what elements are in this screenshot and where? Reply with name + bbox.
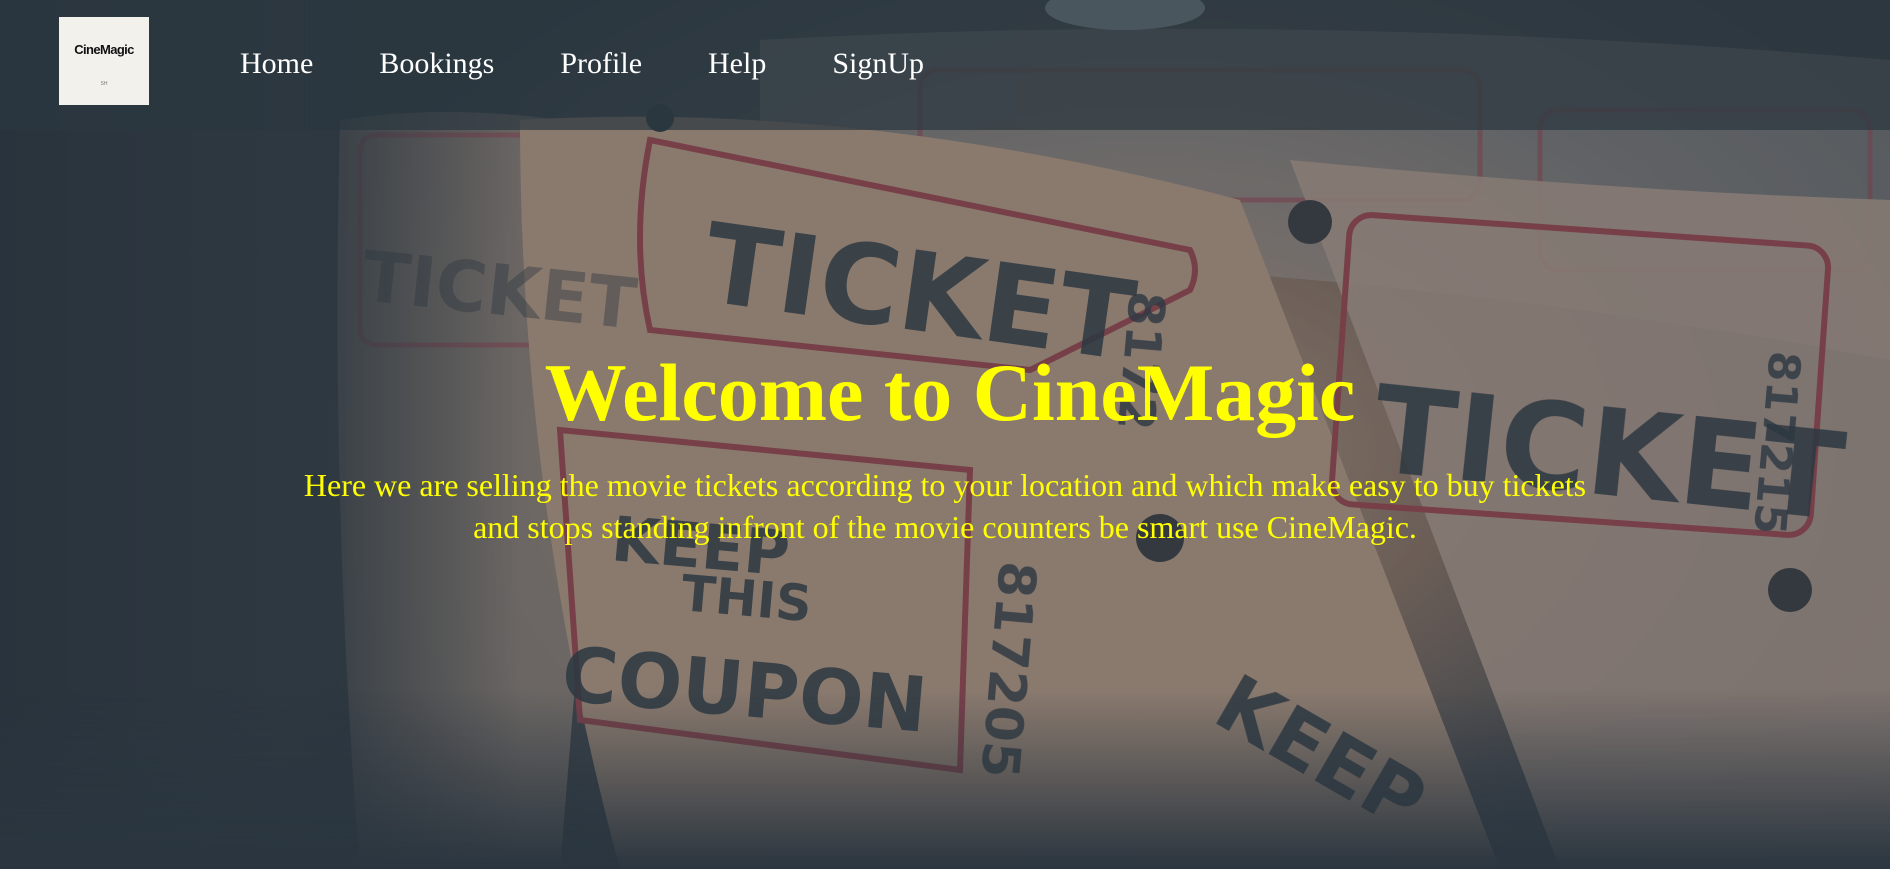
nav-links: Home Bookings Profile Help SignUp xyxy=(240,44,990,84)
nav-home-link[interactable]: Home xyxy=(240,44,313,84)
hero-description: Here we are selling the movie tickets ac… xyxy=(303,467,1587,545)
nav-help-link[interactable]: Help xyxy=(708,44,766,84)
nav-bookings-link[interactable]: Bookings xyxy=(379,44,494,84)
brand-logo[interactable]: CineMagic SH xyxy=(59,17,149,105)
logo-text: CineMagic xyxy=(74,41,134,57)
nav-profile-link[interactable]: Profile xyxy=(560,44,642,84)
nav-signup-link[interactable]: SignUp xyxy=(832,44,924,84)
hero-title: Welcome to CineMagic xyxy=(544,347,1356,438)
top-navigation-bar: CineMagic SH Home Bookings Profile Help … xyxy=(0,0,1890,130)
logo-subtext: SH xyxy=(100,80,108,87)
